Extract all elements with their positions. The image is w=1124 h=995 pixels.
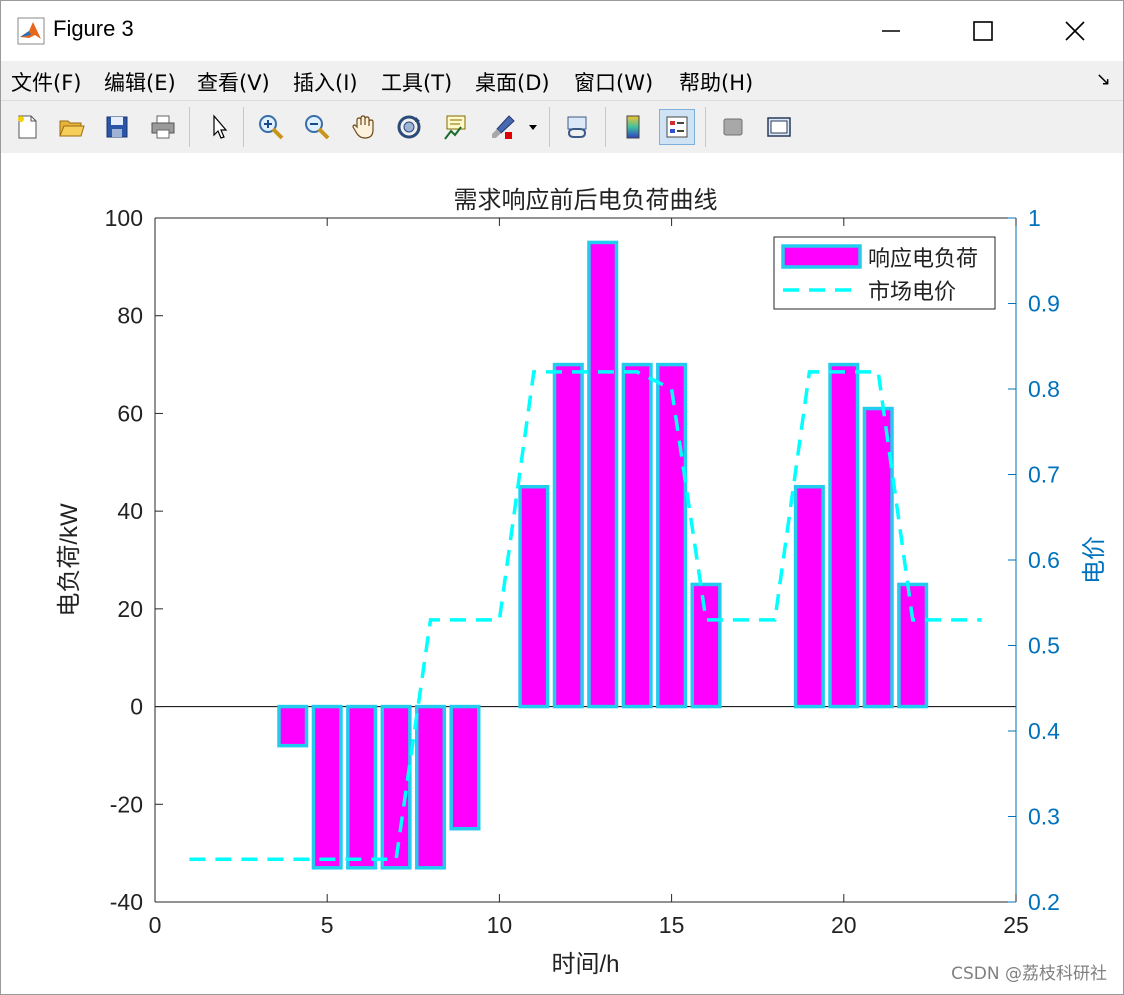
right-y-tick-label: 0.5 — [1028, 633, 1060, 659]
data-cursor-icon[interactable] — [437, 109, 473, 145]
brush-dropdown-arrow-icon[interactable] — [523, 109, 543, 145]
chart-title: 需求响应前后电负荷曲线 — [454, 187, 718, 214]
y-tick-label: 0 — [130, 694, 143, 720]
minimize-icon — [882, 30, 900, 32]
bar — [380, 704, 412, 870]
x-tick-label: 5 — [321, 912, 334, 938]
bar — [587, 240, 619, 709]
menu-desktop[interactable]: 桌面(D) — [475, 67, 550, 97]
right-y-tick-label: 0.4 — [1028, 718, 1060, 744]
y-tick-label: 100 — [105, 205, 143, 231]
toolbar — [1, 100, 1123, 154]
y-tick-label: -40 — [110, 889, 143, 915]
new-file-icon[interactable] — [9, 109, 45, 145]
figure-canvas: 0 5 10 15 20 25 -40 -20 0 20 40 60 80 100 0.2 0.3 0.4 0.5… — [1, 153, 1123, 994]
y-tick-label: 60 — [117, 400, 143, 426]
pan-hand-icon[interactable] — [345, 109, 381, 145]
maximize-button[interactable] — [937, 1, 1029, 61]
menu-view[interactable]: 查看(V) — [197, 67, 270, 97]
bar — [621, 362, 653, 709]
right-y-tick-label: 0.3 — [1028, 804, 1060, 830]
legend-label-bar: 响应电负荷 — [868, 246, 978, 271]
bar — [518, 484, 550, 709]
x-tick-label: 0 — [149, 912, 162, 938]
bar — [690, 582, 722, 709]
print-icon[interactable] — [145, 109, 181, 145]
x-tick-label: 25 — [1003, 912, 1029, 938]
legend-label-line: 市场电价 — [868, 279, 956, 304]
close-icon — [1065, 21, 1085, 41]
brush-icon[interactable] — [485, 109, 521, 145]
y-tick-label: 20 — [117, 596, 143, 622]
open-folder-icon[interactable] — [53, 109, 89, 145]
y-tick-label: -20 — [110, 791, 143, 817]
watermark-text: CSDN @荔枝科研社 — [951, 964, 1107, 984]
y-axis-label: 电负荷/kW — [56, 503, 83, 617]
bar — [449, 704, 481, 831]
toolbar-separator — [605, 107, 606, 147]
save-icon[interactable] — [99, 109, 135, 145]
legend-swatch-bar — [781, 244, 862, 269]
menu-file[interactable]: 文件(F) — [11, 67, 81, 97]
menu-insert[interactable]: 插入(I) — [293, 67, 358, 97]
menu-tools[interactable]: 工具(T) — [381, 67, 452, 97]
window-title: Figure 3 — [53, 16, 134, 41]
right-y-tick-label: 0.8 — [1028, 376, 1060, 402]
right-y-tick-label: 0.6 — [1028, 547, 1060, 573]
bar — [793, 484, 825, 709]
chart-svg: 0 5 10 15 20 25 -40 -20 0 20 40 60 80 100 0.2 0.3 0.4 0.5… — [56, 187, 1108, 978]
bar — [552, 362, 584, 709]
toolbar-separator — [549, 107, 550, 147]
bar — [897, 582, 929, 709]
right-y-axis-label: 电价 — [1081, 536, 1108, 584]
x-tick-label: 20 — [831, 912, 857, 938]
menu-bar: 文件(F) 编辑(E) 查看(V) 插入(I) 工具(T) 桌面(D) 窗口(W… — [1, 61, 1123, 99]
minimize-button[interactable] — [845, 1, 937, 61]
y-tick-label: 80 — [117, 303, 143, 329]
colorbar-icon[interactable] — [615, 109, 651, 145]
right-y-tick-label: 1 — [1028, 205, 1041, 231]
title-bar: Figure 3 — [1, 1, 1123, 61]
bar — [828, 362, 860, 709]
bar — [346, 704, 378, 870]
toolbar-separator — [705, 107, 706, 147]
close-button[interactable] — [1029, 1, 1121, 61]
link-plot-icon[interactable] — [559, 109, 595, 145]
hide-plot-tools-icon[interactable] — [715, 109, 751, 145]
toolbar-separator — [243, 107, 244, 147]
x-axis-label: 时间/h — [551, 951, 619, 978]
x-tick-label: 15 — [659, 912, 685, 938]
bar — [656, 362, 688, 709]
bar — [277, 704, 309, 748]
figure-window: Figure 3 文件(F) 编辑(E) 查看(V) 插入(I) 工具(T) 桌… — [0, 0, 1124, 995]
right-y-tick-label: 0.2 — [1028, 889, 1060, 915]
legend-icon[interactable] — [659, 109, 695, 145]
zoom-out-icon[interactable] — [299, 109, 335, 145]
zoom-in-icon[interactable] — [253, 109, 289, 145]
toolbar-separator — [189, 107, 190, 147]
bar — [311, 704, 343, 870]
show-plot-tools-icon[interactable] — [761, 109, 797, 145]
rotate-3d-icon[interactable] — [391, 109, 427, 145]
right-y-tick-label: 0.9 — [1028, 291, 1060, 317]
menu-help[interactable]: 帮助(H) — [679, 67, 753, 97]
matlab-logo-icon — [17, 17, 45, 45]
pointer-icon[interactable] — [201, 109, 237, 145]
y-tick-label: 40 — [117, 498, 143, 524]
menu-window[interactable]: 窗口(W) — [574, 67, 653, 97]
menu-edit[interactable]: 编辑(E) — [104, 67, 176, 97]
menu-dock-arrow-icon[interactable]: ↘ — [1096, 69, 1111, 90]
bar — [414, 704, 447, 870]
maximize-icon — [973, 21, 993, 41]
x-tick-label: 10 — [487, 912, 513, 938]
right-y-tick-label: 0.7 — [1028, 462, 1060, 488]
